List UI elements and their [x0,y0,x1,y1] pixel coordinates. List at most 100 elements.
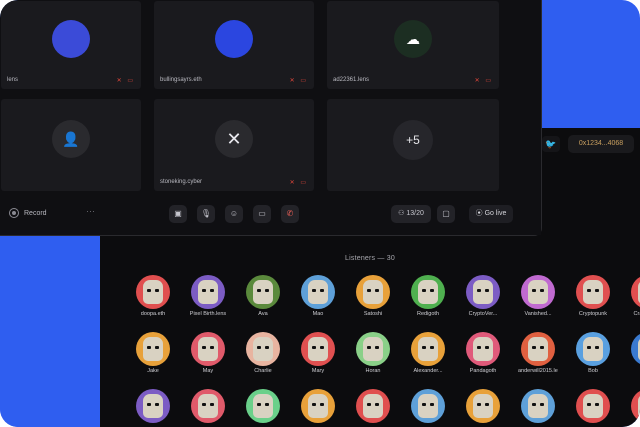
participant-tile[interactable]: ✕ stoneking.cyber ✕ ▭ [154,99,314,191]
avatar-face [198,337,218,361]
listener-item[interactable] [133,389,173,425]
listener-name: doopa.eth [140,311,166,317]
listener-item[interactable]: Pixel Birth.lens [188,275,228,317]
eye [595,403,599,406]
eye [367,403,371,406]
cloud-icon: ☁ [406,30,420,47]
eye [312,346,316,349]
listener-name: Vanished... [524,311,552,317]
mic-icon[interactable]: 🎙 [197,205,215,223]
avatar-face [363,337,383,361]
listener-item[interactable]: Bob [573,332,613,374]
eye [485,289,489,292]
participant-tile[interactable]: 👤 [1,99,141,191]
record-icon [9,208,19,218]
listener-name: Jake [147,368,159,374]
listener-item[interactable]: Jake [133,332,173,374]
eye [147,403,151,406]
more-options-button[interactable]: ··· [86,206,95,216]
eye [320,289,324,292]
listener-item[interactable] [298,389,338,425]
emoji-icon[interactable]: ☺ [225,205,243,223]
avatar-face [583,337,603,361]
listener-item[interactable] [518,389,558,425]
avatar-face [198,280,218,304]
eye [320,346,324,349]
avatar [215,20,253,58]
listener-name: Mary [311,368,325,374]
listener-avatar [521,332,555,366]
eye [540,289,544,292]
participant-tile[interactable]: lens ✕ ▭ [1,1,141,89]
listener-avatar [191,332,225,366]
listener-item[interactable]: Satoshi [353,275,393,317]
listener-item[interactable]: doopa.eth [133,275,173,317]
listener-item[interactable]: Mary [298,332,338,374]
listener-name: Horan [365,368,381,374]
listener-item[interactable] [573,389,613,425]
avatar-face [528,280,548,304]
participant-tile[interactable]: ☁ ad22361.lens ✕ ▭ [327,1,499,89]
listener-item[interactable] [408,389,448,425]
listener-item[interactable]: CryptoVer... [463,275,503,317]
eye [312,289,316,292]
eye [587,403,591,406]
listener-name: Crazy.cyber [633,311,640,317]
listener-avatar [356,389,390,423]
avatar-face [473,394,493,418]
camera-icon[interactable]: ▣ [169,205,187,223]
mic-off-icon: ✕ ▭ [289,180,308,186]
screen-share-icon[interactable]: ▭ [253,205,271,223]
listener-item[interactable]: anderwill2015.lens [518,332,558,374]
eye [265,346,269,349]
listener-item[interactable]: Redigoth [408,275,448,317]
avatar-face [253,280,273,304]
record-button[interactable]: Record [9,208,47,218]
go-live-button[interactable]: ⦿ Go live [469,205,513,223]
listener-item[interactable] [463,389,503,425]
listener-item[interactable] [353,389,393,425]
listener-item[interactable] [243,389,283,425]
listener-item[interactable]: May [188,332,228,374]
listener-item[interactable]: Alexander... [408,332,448,374]
avatar-face [143,394,163,418]
listener-name: Redigoth [416,311,440,317]
eye [147,346,151,349]
listener-item[interactable]: Pandagoth [463,332,503,374]
listener-item[interactable]: Horan [353,332,393,374]
more-participants-tile[interactable]: +5 [327,99,499,191]
listener-avatar [576,275,610,309]
eye [587,346,591,349]
wallet-address[interactable]: 0x1234...4068 [568,135,634,153]
eye [477,403,481,406]
listener-item[interactable]: Crazy.cyber [628,275,640,317]
listener-item[interactable] [188,389,228,425]
eye [532,346,536,349]
avatar-face [583,280,603,304]
listener-item[interactable]: Ava [243,275,283,317]
listener-name: Pandagoth [469,368,497,374]
listener-item[interactable] [628,332,640,368]
listener-avatar [631,389,640,423]
eye [147,289,151,292]
twitter-icon[interactable]: 🐦 [542,136,560,152]
listener-avatar [301,389,335,423]
phone-leave-icon[interactable]: ✆ [281,205,299,223]
participant-tile[interactable]: bullingsayrs.eth ✕ ▭ [154,1,314,89]
avatar-face [418,337,438,361]
listener-avatar [576,332,610,366]
eye [485,403,489,406]
call-window: lens ✕ ▭ bullingsayrs.eth ✕ ▭ ☁ ad22361.… [0,0,542,236]
record-label: Record [24,209,47,217]
listener-item[interactable]: Charlie [243,332,283,374]
listener-item[interactable] [628,389,640,425]
avatar-face [253,337,273,361]
listener-item[interactable]: Cryptopunk [573,275,613,317]
listener-item[interactable]: Mao [298,275,338,317]
chat-icon[interactable]: ▢ [437,205,455,223]
listener-avatar [136,332,170,366]
participant-count-button[interactable]: ⚇ 13/20 [391,205,431,223]
listener-avatar [301,332,335,366]
listener-item[interactable]: Vanished... [518,275,558,317]
avatar-face [528,337,548,361]
